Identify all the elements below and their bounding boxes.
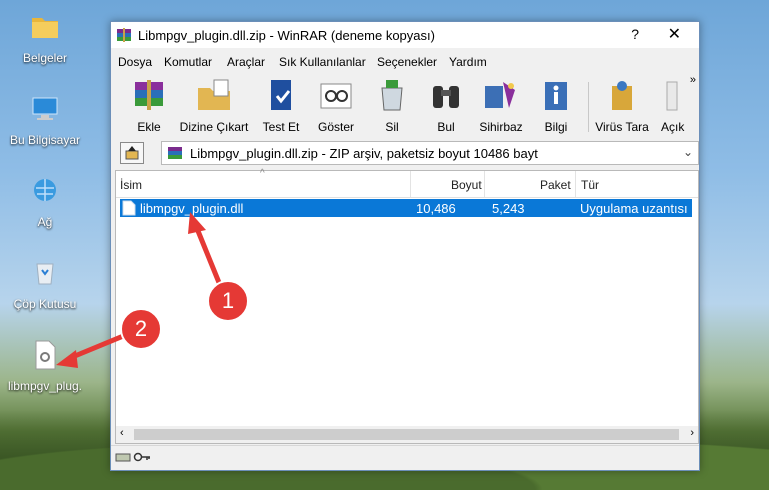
arrow-2-line xyxy=(69,331,129,361)
annotation-arrows xyxy=(56,212,225,368)
arrow-2-head xyxy=(56,350,78,368)
arrow-1-line xyxy=(193,225,225,291)
step-badge-2: 2 xyxy=(120,308,162,350)
arrow-1-head xyxy=(188,212,206,234)
step-badge-1: 1 xyxy=(207,280,249,322)
